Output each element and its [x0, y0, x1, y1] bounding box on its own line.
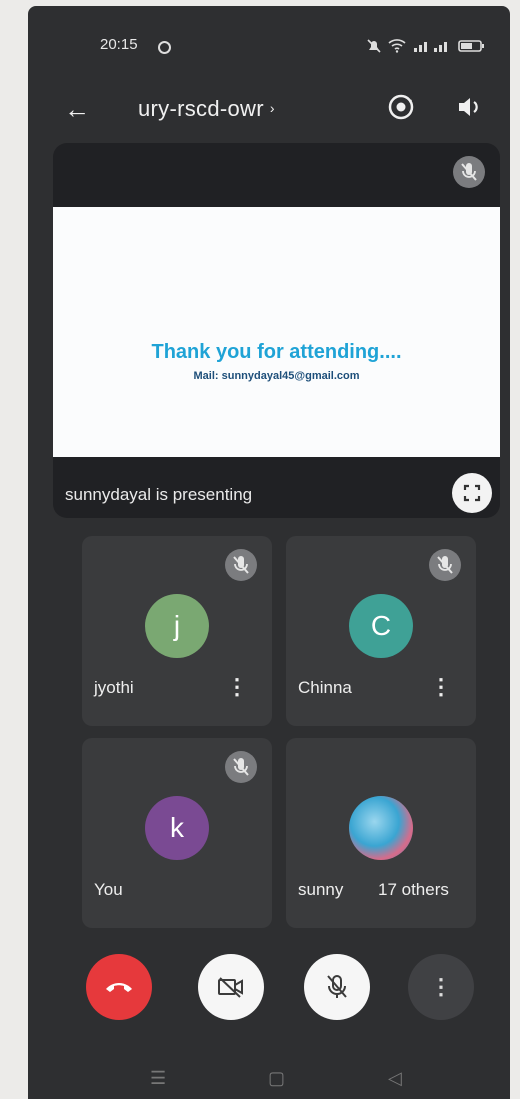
back-arrow-icon[interactable]: ←	[64, 94, 90, 125]
phone-screen: 20:15 ← ury-rscd-owr › Thank you for att…	[28, 6, 510, 1099]
wifi-icon	[388, 39, 406, 53]
participant-name: You	[94, 880, 123, 899]
more-options-button[interactable]: ⋮	[408, 954, 474, 1020]
presenter-label: sunnydayal is presenting	[65, 485, 253, 504]
participant-tile-you[interactable]: k You	[82, 738, 272, 928]
camera-toggle-button[interactable]	[198, 954, 264, 1020]
mic-off-icon	[225, 751, 257, 783]
more-options-icon[interactable]: ⋮	[430, 674, 452, 700]
slide-subtitle: Mail: sunnydayal45@gmail.com	[193, 370, 360, 382]
avatar: j	[145, 594, 209, 658]
mic-off-icon	[429, 549, 461, 581]
speaker-icon[interactable]	[454, 92, 484, 122]
others-count: 17 others	[378, 880, 449, 899]
meeting-code: ury-rscd-owr	[138, 96, 264, 121]
battery-icon	[458, 40, 484, 52]
slide-title: Thank you for attending....	[151, 341, 402, 363]
end-call-button[interactable]	[86, 954, 152, 1020]
avatar: k	[145, 796, 209, 860]
mic-off-icon	[225, 549, 257, 581]
mic-off-icon	[327, 975, 347, 998]
status-time: 20:15	[100, 36, 138, 53]
back-nav-icon[interactable]: ◁	[388, 1068, 402, 1089]
meeting-header: ← ury-rscd-owr ›	[28, 84, 510, 130]
participant-name: Chinna	[298, 678, 352, 697]
status-dot-icon	[158, 41, 171, 54]
home-icon[interactable]: ▢	[268, 1068, 285, 1089]
call-controls: ⋮	[28, 954, 510, 1034]
participant-tile-chinna[interactable]: C Chinna ⋮	[286, 536, 476, 726]
presentation-tile[interactable]: Thank you for attending.... Mail: sunnyd…	[53, 143, 500, 518]
mic-off-icon	[453, 156, 485, 188]
end-call-icon	[106, 983, 132, 992]
participant-tile-others[interactable]: sunny 17 others	[286, 738, 476, 928]
fullscreen-button[interactable]	[452, 473, 492, 513]
participant-tile-jyothi[interactable]: j jyothi ⋮	[82, 536, 272, 726]
chevron-right-icon: ›	[269, 100, 275, 116]
profile-photo-avatar	[349, 796, 413, 860]
mic-toggle-button[interactable]	[304, 954, 370, 1020]
signal-icon	[414, 42, 447, 52]
meeting-code-button[interactable]: ury-rscd-owr ›	[138, 96, 275, 122]
system-nav-bar: ☰ ▢ ◁	[28, 1064, 510, 1099]
alarm-muted-icon	[367, 39, 381, 53]
fullscreen-icon	[463, 484, 481, 502]
status-icons	[366, 38, 486, 54]
participant-name: jyothi	[94, 678, 134, 697]
status-bar: 20:15	[28, 32, 510, 62]
more-options-icon[interactable]: ⋮	[226, 674, 248, 700]
participant-name: sunny	[298, 880, 344, 899]
switch-camera-icon[interactable]	[386, 92, 416, 122]
camera-off-icon	[218, 977, 243, 998]
avatar: C	[349, 594, 413, 658]
shared-slide: Thank you for attending.... Mail: sunnyd…	[53, 207, 500, 457]
recent-apps-icon[interactable]: ☰	[150, 1068, 166, 1089]
